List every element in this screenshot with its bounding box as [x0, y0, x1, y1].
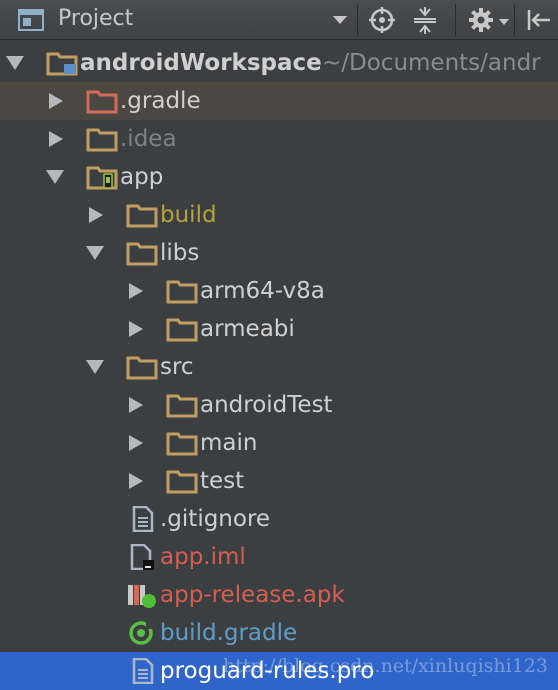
chevron-down-icon[interactable]	[333, 16, 347, 24]
text-file-icon	[126, 657, 158, 685]
tree-item-label: .gradle	[120, 88, 201, 114]
tree-row[interactable]: src	[0, 348, 558, 386]
tree-row[interactable]: build	[0, 196, 558, 234]
collapsed-arrow-icon[interactable]	[46, 93, 64, 109]
text-file-icon	[126, 505, 158, 533]
android-module-icon	[86, 164, 118, 190]
folder-icon	[126, 240, 158, 266]
project-toolbar: Project	[0, 0, 558, 40]
tree-row[interactable]: androidTest	[0, 386, 558, 424]
tree-item-label: androidWorkspace	[80, 50, 322, 76]
folder-icon	[166, 392, 198, 418]
folder-icon	[166, 430, 198, 456]
gear-dropdown-icon[interactable]	[499, 19, 509, 25]
tree-item-label: armeabi	[200, 316, 295, 342]
iml-file-icon	[126, 543, 158, 571]
tree-item-label: src	[160, 354, 194, 380]
project-view-icon[interactable]	[17, 7, 47, 33]
folder-icon	[166, 278, 198, 304]
folder-icon	[126, 202, 158, 228]
collapse-all-icon[interactable]	[411, 6, 439, 34]
expanded-arrow-icon[interactable]	[86, 245, 104, 261]
tree-item-label: app-release.apk	[160, 582, 345, 608]
tree-item-label: test	[200, 468, 245, 494]
collapsed-arrow-icon[interactable]	[126, 321, 144, 337]
expanded-arrow-icon[interactable]	[6, 55, 24, 71]
tree-row[interactable]: androidWorkspace ~/Documents/andr	[0, 44, 558, 82]
toolbar-divider	[514, 4, 515, 36]
tree-item-label: app.iml	[160, 544, 246, 570]
panel-title[interactable]: Project	[58, 6, 133, 31]
tree-row[interactable]: app	[0, 158, 558, 196]
folder-icon	[86, 126, 118, 152]
locate-icon[interactable]	[368, 6, 396, 34]
expanded-arrow-icon[interactable]	[86, 359, 104, 375]
collapsed-arrow-icon[interactable]	[126, 283, 144, 299]
toolbar-divider	[357, 4, 358, 36]
tree-row[interactable]: .idea	[0, 120, 558, 158]
collapsed-arrow-icon[interactable]	[126, 435, 144, 451]
apk-file-icon	[126, 582, 158, 608]
collapsed-arrow-icon[interactable]	[86, 207, 104, 223]
tree-row[interactable]: app.iml	[0, 538, 558, 576]
gear-icon[interactable]	[468, 6, 496, 34]
tree-row[interactable]: main	[0, 424, 558, 462]
collapsed-arrow-icon[interactable]	[46, 131, 64, 147]
folder-icon	[126, 354, 158, 380]
tree-row[interactable]: test	[0, 462, 558, 500]
watermark-text: http://blog.csdn.net/xinluqishi123	[222, 655, 548, 677]
hide-panel-icon[interactable]	[524, 6, 552, 34]
collapsed-arrow-icon[interactable]	[126, 397, 144, 413]
tree-row[interactable]: armeabi	[0, 310, 558, 348]
tree-item-label: arm64-v8a	[200, 278, 325, 304]
tree-item-label: androidTest	[200, 392, 333, 418]
tree-item-label: libs	[160, 240, 200, 266]
excluded-folder-icon	[86, 88, 118, 114]
folder-icon	[166, 316, 198, 342]
tree-item-label: app	[120, 164, 164, 190]
collapsed-arrow-icon[interactable]	[126, 473, 144, 489]
tree-item-label: .gitignore	[160, 506, 271, 532]
gradle-icon	[126, 620, 158, 646]
tree-item-label: .idea	[120, 126, 177, 152]
tree-row[interactable]: app-release.apk	[0, 576, 558, 614]
expanded-arrow-icon[interactable]	[46, 169, 64, 185]
tree-item-path: ~/Documents/andr	[322, 50, 541, 76]
toolbar-divider	[455, 4, 456, 36]
tree-row[interactable]: build.gradle	[0, 614, 558, 652]
tree-item-label: main	[200, 430, 258, 456]
module-folder-icon	[46, 50, 78, 76]
tree-row[interactable]: libs	[0, 234, 558, 272]
tree-row[interactable]: arm64-v8a	[0, 272, 558, 310]
tree-item-label: build.gradle	[160, 620, 298, 646]
tree-item-label: build	[160, 202, 217, 228]
folder-icon	[166, 468, 198, 494]
tree-row[interactable]: .gradle	[0, 82, 558, 120]
tree-row[interactable]: .gitignore	[0, 500, 558, 538]
